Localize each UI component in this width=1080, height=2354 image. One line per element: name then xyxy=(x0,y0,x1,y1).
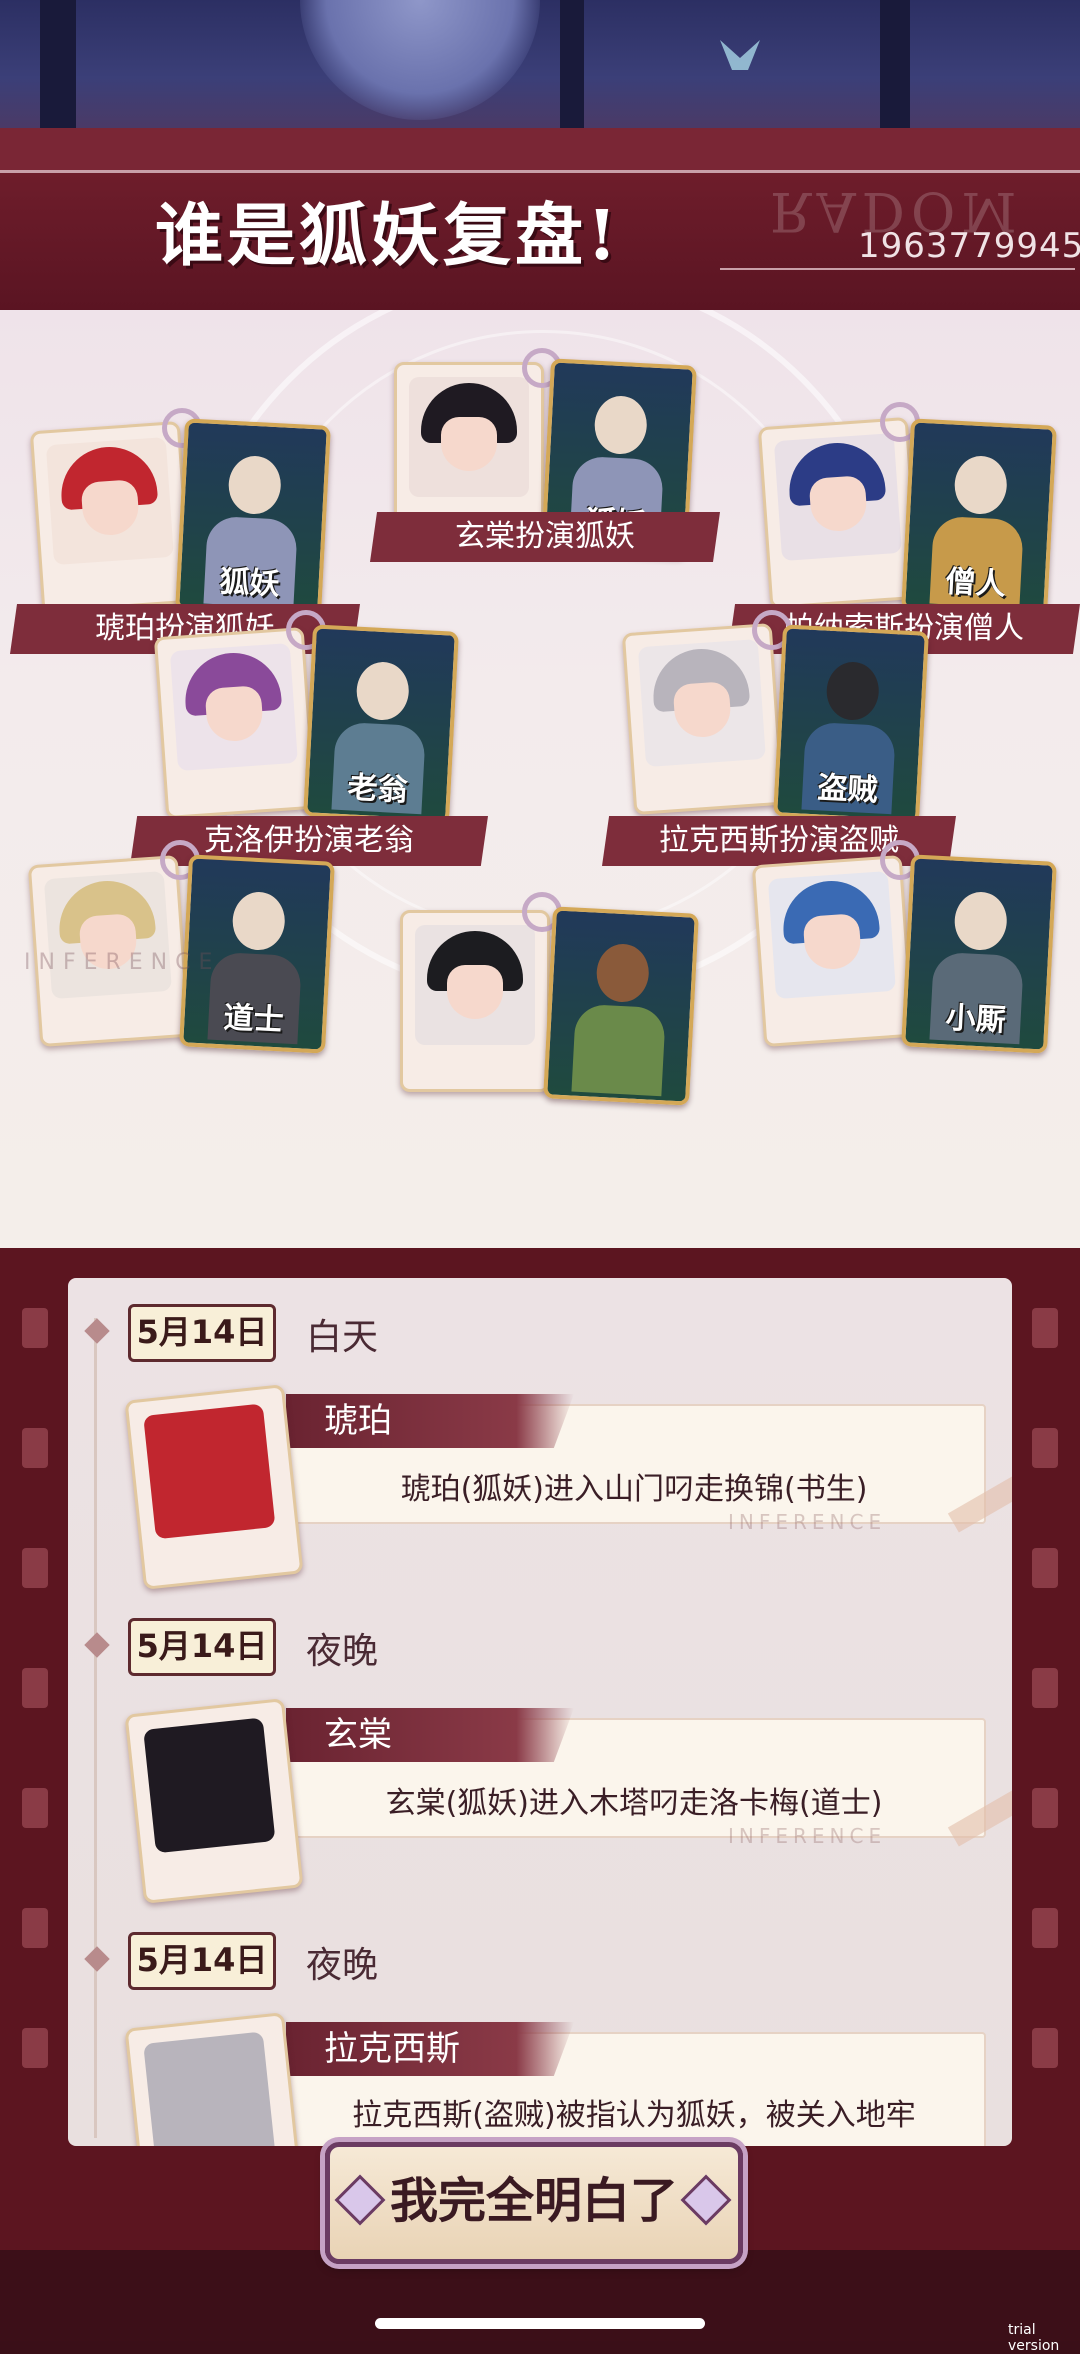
trial-version-label: trial version xyxy=(1008,2322,1060,2354)
role-name: 僧人 xyxy=(944,564,1007,603)
role-name: 盗贼 xyxy=(816,770,879,809)
event-log-list[interactable]: 5月14日 白天 琥珀 琥珀(狐妖)进入山门叼走换锦(书生) INFERENCE… xyxy=(68,1278,1012,2146)
role-name: 小厮 xyxy=(944,1000,1007,1039)
film-sprocket xyxy=(22,1308,48,1348)
inference-watermark: INFERENCE xyxy=(728,1824,887,1848)
log-entry-name: 玄棠 xyxy=(286,1708,574,1762)
understood-button[interactable]: 我完全明白了 xyxy=(325,2142,743,2264)
role-figure-head xyxy=(953,890,1009,952)
night-sky-banner xyxy=(0,0,1080,130)
role-figure-head xyxy=(231,890,287,952)
portrait-art xyxy=(143,1717,276,1854)
role-card-monk: 僧人 xyxy=(901,418,1057,618)
film-sprocket xyxy=(1032,1908,1058,1948)
date-tag: 5月14日 xyxy=(128,1304,276,1362)
player-portrait-chloe xyxy=(153,626,317,820)
film-sprocket xyxy=(22,1788,48,1828)
film-sprocket xyxy=(1032,1548,1058,1588)
phase-label: 夜晚 xyxy=(306,1945,379,1986)
role-figure-head xyxy=(825,660,881,722)
role-card-old-man: 老翁 xyxy=(303,624,459,824)
log-entry-text: 琥珀(狐妖)进入山门叼走换锦(书生) xyxy=(400,1472,868,1507)
timeline-marker xyxy=(84,1632,110,1658)
portrait-art xyxy=(143,1403,276,1540)
moon-decoration xyxy=(300,0,540,120)
role-name: 狐妖 xyxy=(218,564,281,603)
film-sprocket xyxy=(1032,1428,1058,1468)
film-sprocket xyxy=(1032,1668,1058,1708)
page-title: 谁是狐妖复盘! xyxy=(155,196,621,276)
role-name: 道士 xyxy=(222,1000,285,1039)
date-tag: 5月14日 xyxy=(128,1618,276,1676)
role-reveal-panel: 谁是狐妖复盘! RADOM 1963779945 狐妖 琥珀扮演狐妖 玄棠扮演狐… xyxy=(0,128,1080,1248)
role-figure-head xyxy=(593,394,649,456)
log-entry-portrait xyxy=(124,1698,304,1904)
player-portrait-dark-hair xyxy=(400,910,550,1092)
timeline-line xyxy=(94,1318,97,2138)
date-tag: 5月14日 xyxy=(128,1932,276,1990)
role-figure-head xyxy=(227,454,283,516)
tree-trunk-center xyxy=(560,0,584,130)
timeline-marker xyxy=(84,1318,110,1344)
player-portrait-lachesis xyxy=(621,622,785,816)
film-sprocket xyxy=(22,2028,48,2068)
role-card-thief: 盗贼 xyxy=(773,624,929,824)
role-grid-area: 狐妖 琥珀扮演狐妖 狐妖 玄棠扮演狐妖 xyxy=(0,310,1080,1248)
log-entry-name: 拉克西斯 xyxy=(286,2022,574,2076)
film-sprocket xyxy=(1032,2028,1058,2068)
role-card-servant: 小厮 xyxy=(901,854,1057,1054)
butterfly-icon xyxy=(720,40,760,70)
film-sprocket xyxy=(22,1668,48,1708)
phase-label: 白天 xyxy=(306,1317,379,1358)
role-card-fox: 狐妖 xyxy=(175,418,331,618)
film-sprocket xyxy=(22,1548,48,1588)
pair-label: 玄棠扮演狐妖 xyxy=(370,512,720,562)
portrait-face xyxy=(441,417,497,471)
player-portrait-parnassus xyxy=(757,416,921,610)
home-indicator[interactable] xyxy=(375,2318,705,2329)
role-figure-head xyxy=(953,454,1009,516)
log-entry-portrait xyxy=(124,2012,304,2146)
log-entry-portrait xyxy=(124,1384,304,1590)
log-entry-text: 拉克西斯(盗贼)被指认为狐妖，被关入地牢 xyxy=(352,2098,916,2133)
portrait-face xyxy=(447,965,503,1019)
inference-watermark: INFERENCE xyxy=(24,950,221,975)
log-entry-name: 琥珀 xyxy=(286,1394,574,1448)
player-portrait-amber xyxy=(29,420,193,614)
portrait-art xyxy=(143,2031,276,2146)
timeline-marker xyxy=(84,1946,110,1972)
role-figure-head xyxy=(355,660,411,722)
phase-label: 夜晚 xyxy=(306,1631,379,1672)
film-sprocket xyxy=(1032,1788,1058,1828)
room-id: 1963779945 xyxy=(858,226,1080,266)
role-figure-body xyxy=(571,1003,666,1097)
player-portrait-blue-hair xyxy=(751,854,915,1048)
tree-trunk-left xyxy=(40,0,76,130)
role-figure-head xyxy=(595,942,651,1004)
role-name: 老翁 xyxy=(346,770,409,809)
room-id-underline xyxy=(720,268,1075,270)
understood-button-label: 我完全明白了 xyxy=(389,2173,678,2229)
film-sprocket xyxy=(22,1428,48,1468)
tree-trunk-right xyxy=(880,0,910,130)
log-entry-text: 玄棠(狐妖)进入木塔叼走洛卡梅(道士) xyxy=(385,1786,883,1821)
film-sprocket xyxy=(22,1908,48,1948)
inference-watermark: INFERENCE xyxy=(728,1510,887,1534)
film-sprocket xyxy=(1032,1308,1058,1348)
role-card-scholar xyxy=(543,906,699,1106)
